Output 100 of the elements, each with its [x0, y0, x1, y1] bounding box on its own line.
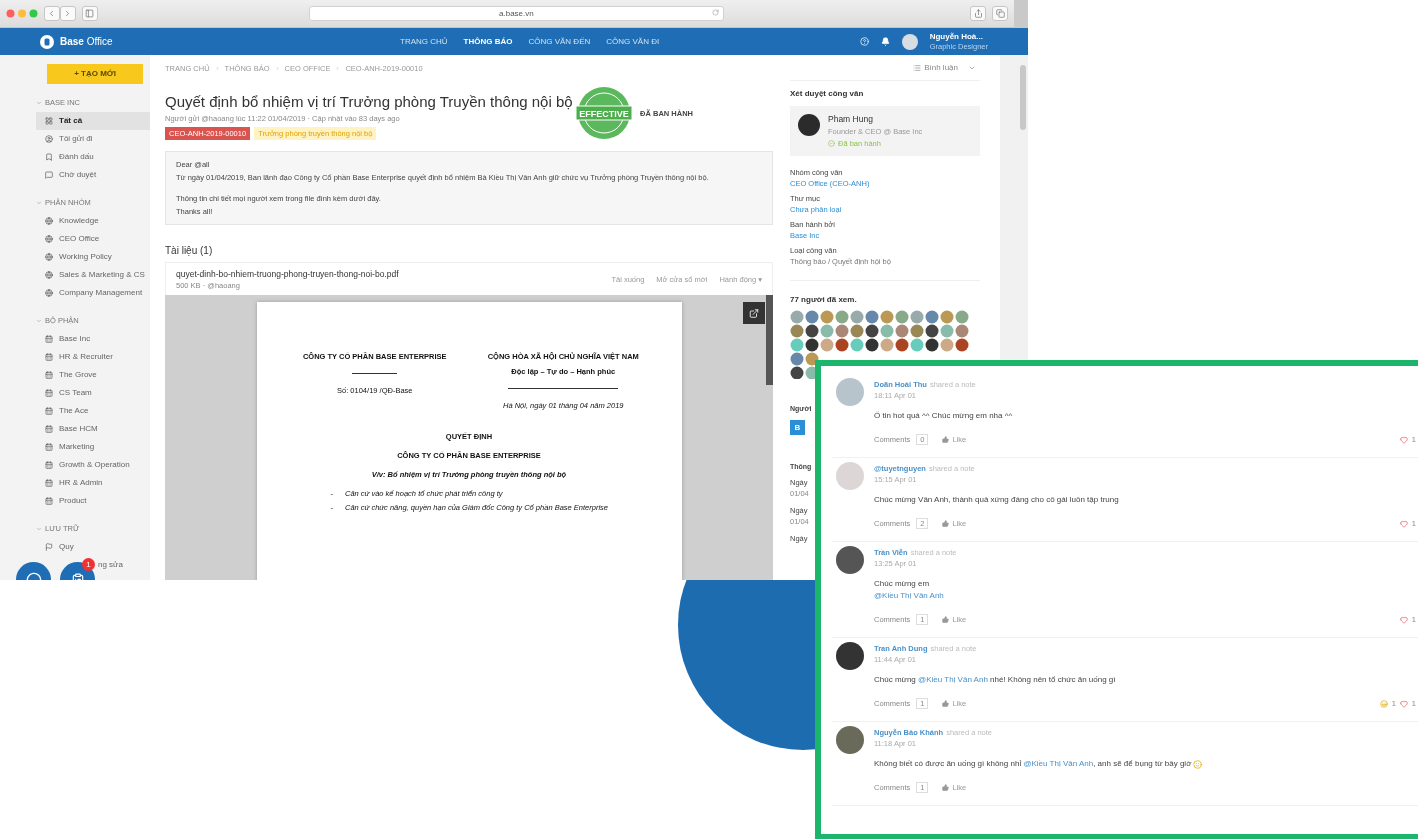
- calendar-icon: [45, 388, 53, 397]
- calendar-icon: [45, 334, 53, 343]
- forward-button[interactable]: [59, 6, 76, 21]
- thumbs-up-icon: [942, 520, 950, 527]
- caret-icon: [36, 317, 42, 324]
- sidebar-item[interactable]: Marketing: [36, 437, 150, 456]
- avatar-placeholder: [836, 462, 864, 490]
- effective-stamp: EFFECTIVE: [576, 85, 633, 141]
- help-icon: [859, 37, 869, 46]
- open-external-button[interactable]: [743, 302, 765, 324]
- create-button[interactable]: + TẠO MỚI: [47, 63, 143, 84]
- calendar-icon: [45, 496, 53, 505]
- comments-toggle-button[interactable]: Bình luận: [913, 63, 958, 72]
- laughing-face-icon: [1379, 699, 1388, 708]
- list-icon: [913, 63, 922, 72]
- caret-icon: [36, 199, 42, 206]
- help-button[interactable]: [859, 37, 869, 46]
- reload-icon: [712, 9, 720, 16]
- sidebar-item[interactable]: Tất cả: [36, 111, 150, 130]
- share-icon: [973, 9, 983, 18]
- globe-icon: [45, 270, 53, 279]
- sidebar-item[interactable]: Tôi gửi đi: [36, 129, 150, 148]
- attachments-heading: Tài liệu (1): [165, 245, 214, 256]
- tabs-icon: [995, 9, 1005, 18]
- nav-tab[interactable]: THÔNG BÁO: [463, 37, 513, 46]
- avatar-placeholder: [836, 642, 864, 670]
- window-controls-icon[interactable]: [6, 9, 38, 18]
- sidebar-item[interactable]: Base HCM: [36, 419, 150, 438]
- reload-button[interactable]: [712, 9, 720, 16]
- thumbs-up-icon: [942, 700, 950, 707]
- logo-icon: [40, 34, 54, 49]
- smile-icon: [1193, 759, 1203, 769]
- sidebar-item[interactable]: Working Policy: [36, 247, 150, 266]
- nav-tab[interactable]: CÔNG VĂN ĐẾN: [528, 37, 591, 46]
- scrollbar[interactable]: [766, 295, 773, 385]
- share-button[interactable]: [970, 6, 987, 21]
- tabs-button[interactable]: [992, 6, 1009, 21]
- viewers-title: 77 người đã xem.: [790, 295, 858, 304]
- chat-icon: [45, 170, 53, 179]
- avatar-placeholder: [836, 378, 864, 406]
- thumbs-up-icon: [942, 784, 950, 791]
- nav-tab[interactable]: CÔNG VĂN ĐI: [606, 37, 660, 46]
- sidebar-item[interactable]: Quy: [36, 537, 150, 556]
- heart-icon: [1399, 519, 1408, 528]
- calendar-icon: [45, 352, 53, 361]
- file-name: quyet-dinh-bo-nhiem-truong-phong-truyen-thong-noi-bo.pdf: [176, 269, 399, 279]
- avatar-placeholder: [836, 546, 864, 574]
- calendar-icon: [45, 424, 53, 433]
- sidebar-item[interactable]: CS Team: [36, 383, 150, 402]
- nav-tab[interactable]: TRANG CHỦ: [400, 37, 448, 46]
- brand-name: Base Office: [60, 36, 113, 47]
- mention-link[interactable]: @Kiều Thị Vân Anh: [874, 590, 944, 602]
- post-text: Chúc mừng em: [874, 578, 931, 590]
- grid-icon: [45, 116, 53, 125]
- sidebar-item[interactable]: Base Inc: [36, 329, 150, 348]
- sidebar-item[interactable]: ng sửa: [98, 555, 123, 574]
- sidebar-item[interactable]: Chờ duyệt: [36, 165, 150, 184]
- sidebar-icon: [85, 9, 95, 18]
- heart-icon: [1399, 699, 1408, 708]
- sidebar-item[interactable]: The Grove: [36, 365, 150, 384]
- calendar-icon: [45, 442, 53, 451]
- sidebar-item[interactable]: HR & Recruiter: [36, 347, 150, 366]
- mention-link[interactable]: @Kiều Thị Vân Anh: [918, 674, 988, 686]
- calendar-icon: [45, 406, 53, 415]
- globe-icon: [45, 288, 53, 297]
- post-text: Ố tin hot quá ^^ Chúc mừng em nha ^^: [874, 410, 1014, 422]
- flag-icon: [45, 542, 53, 551]
- heart-icon: [1399, 435, 1408, 444]
- panel-title: Xét duyệt công văn: [790, 89, 865, 98]
- calendar-icon: [45, 478, 53, 487]
- sidebar-toggle-button[interactable]: [81, 6, 98, 21]
- letter-button[interactable]: B: [790, 420, 805, 435]
- calendar-icon: [45, 460, 53, 469]
- address-field[interactable]: a.base.vn: [308, 6, 725, 21]
- globe-icon: [45, 216, 53, 225]
- sidebar-item[interactable]: Company Management: [36, 283, 150, 302]
- notifications-button[interactable]: [880, 37, 890, 46]
- sidebar-item[interactable]: The Ace: [36, 401, 150, 420]
- post-text: Chúc mừng Vân Anh, thành quả xứng đáng cho cô gái luôn tập trung: [874, 494, 1120, 506]
- sidebar-item[interactable]: HR & Admin: [36, 473, 150, 492]
- scrollbar-thumb[interactable]: [1020, 65, 1026, 130]
- check-circle-icon: [828, 140, 835, 147]
- caret-icon: [36, 99, 42, 106]
- sidebar-item[interactable]: Product: [36, 491, 150, 510]
- sidebar-item[interactable]: CEO Office: [36, 229, 150, 248]
- heart-icon: [1399, 615, 1408, 624]
- user-avatar[interactable]: [901, 33, 918, 50]
- avatar-placeholder: [836, 726, 864, 754]
- globe-icon: [45, 234, 53, 243]
- back-button[interactable]: [43, 6, 60, 21]
- notification-badge: 1: [82, 558, 95, 571]
- approver-name: Pham Hung: [828, 114, 874, 124]
- post-text: Chúc mừng @Kiều Thị Vân Anh nhé! Không nên tổ chức ăn uống gì: [874, 674, 1117, 686]
- post-text: Không biết có được ăn uống gì không nhỉ @Kiều Thị Vân Anh, anh sẽ để bụng từ bây giờ: [874, 758, 1418, 770]
- bookmark-icon: [45, 152, 53, 161]
- sidebar-item[interactable]: Knowledge: [36, 211, 150, 230]
- sidebar-item[interactable]: Đánh dấu: [36, 147, 150, 166]
- sidebar-item[interactable]: Sales & Marketing & CS: [36, 265, 150, 284]
- sidebar-item[interactable]: Growth & Operation: [36, 455, 150, 474]
- external-link-icon: [749, 307, 759, 319]
